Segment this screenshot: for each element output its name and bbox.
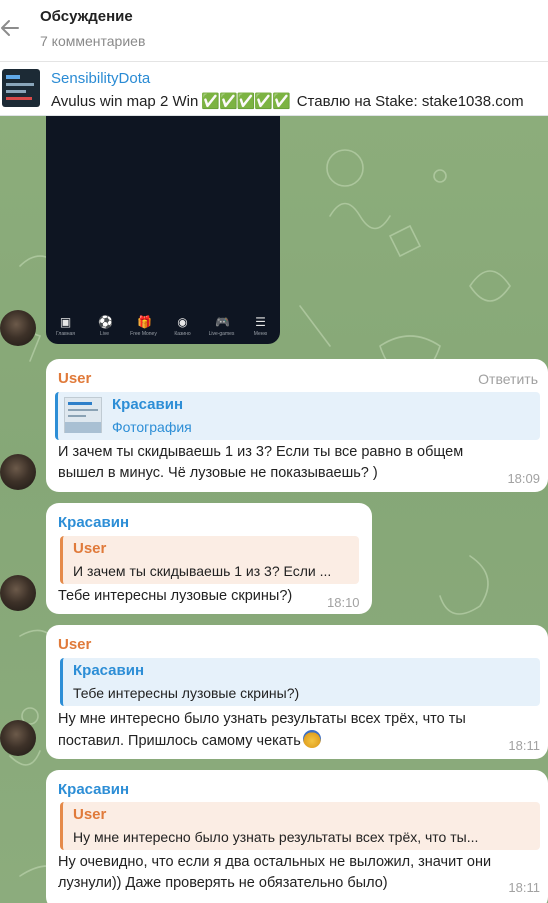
message-time: 18:11 bbox=[508, 738, 540, 753]
message-time: 18:10 bbox=[327, 595, 360, 610]
arrow-left-icon bbox=[1, 20, 19, 36]
photo-menu-item: ⚽ Live bbox=[98, 314, 113, 337]
quote-author: Красавин bbox=[73, 662, 145, 679]
photo-app-menu: ▣ Главная ⚽ Live 🎁 Free Money ◉ Казино 🎮… bbox=[46, 308, 280, 344]
quoted-photo-thumbnail bbox=[64, 397, 102, 433]
message-bubble[interactable]: Красавин User И зачем ты скидываешь 1 из… bbox=[46, 503, 372, 614]
reply-quote[interactable]: User Ну мне интересно было узнать резуль… bbox=[60, 802, 540, 850]
quote-text: Фотография bbox=[112, 419, 192, 435]
pinned-post-text: Avulus win map 2 Win ✅✅✅✅✅ Ставлю на Stake… bbox=[51, 92, 524, 110]
soccer-ball-icon: ⚽ bbox=[98, 314, 113, 329]
pinned-text-after: Ставлю на Stake: stake1038.com bbox=[296, 93, 524, 110]
message-bubble[interactable]: User Ответить Красавин Фотография И заче… bbox=[46, 359, 548, 492]
message-bubble[interactable]: Красавин User Ну мне интересно было узна… bbox=[46, 770, 548, 903]
photo-menu-item: 🎁 Free Money bbox=[130, 314, 157, 337]
casino-chip-icon: ◉ bbox=[177, 314, 188, 329]
message-text: И зачем ты скидываешь 1 из 3? Если ты вс… bbox=[58, 444, 464, 481]
avatar[interactable] bbox=[0, 720, 36, 756]
message-author[interactable]: User bbox=[58, 636, 91, 653]
message-bubble[interactable]: User Красавин Тебе интересны лузовые скр… bbox=[46, 625, 548, 759]
message-text: Тебе интересны лузовые скрины?) bbox=[58, 588, 293, 604]
message-text: Ну мне интересно было узнать результаты … bbox=[58, 711, 466, 749]
message-time: 18:11 bbox=[508, 880, 540, 895]
menu-icon: ☰ bbox=[255, 314, 266, 329]
photo-menu-item: ▣ Главная bbox=[55, 314, 76, 337]
message-time: 18:09 bbox=[507, 471, 540, 486]
message-text: Ну очевидно, что если я два остальных не… bbox=[58, 854, 492, 891]
message-author[interactable]: Красавин bbox=[58, 514, 129, 531]
message-author[interactable]: User bbox=[58, 370, 91, 387]
pinned-text-before: Avulus win map 2 Win bbox=[51, 93, 199, 110]
pinned-post-thumbnail bbox=[2, 69, 40, 107]
reply-quote[interactable]: Красавин Тебе интересны лузовые скрины?) bbox=[60, 658, 540, 706]
quote-text: И зачем ты скидываешь 1 из 3? Если ... bbox=[73, 563, 332, 579]
reply-button[interactable]: Ответить bbox=[478, 371, 538, 387]
pinned-channel-name: SensibilityDota bbox=[51, 70, 151, 87]
pinned-post[interactable]: SensibilityDota Avulus win map 2 Win ✅✅✅✅… bbox=[0, 62, 548, 116]
photo-menu-item: ◉ Казино bbox=[174, 314, 191, 337]
quote-text: Ну мне интересно было узнать результаты … bbox=[73, 829, 479, 845]
quote-author: User bbox=[73, 806, 107, 823]
photo-menu-item: 🎮 Live-games bbox=[208, 314, 235, 337]
photo-menu-item: ☰ Меню bbox=[253, 314, 268, 337]
check-marks-icon: ✅✅✅✅✅ bbox=[201, 93, 290, 110]
discussion-title: Обсуждение bbox=[40, 8, 133, 25]
message-author[interactable]: Красавин bbox=[58, 781, 129, 798]
comment-count: 7 комментариев bbox=[40, 33, 146, 49]
quote-text: Тебе интересны лузовые скрины?) bbox=[73, 685, 300, 701]
reply-quote[interactable]: User И зачем ты скидываешь 1 из 3? Если … bbox=[60, 536, 359, 584]
avatar[interactable] bbox=[0, 575, 36, 611]
reply-quote[interactable]: Красавин Фотография bbox=[55, 392, 540, 440]
quote-author: User bbox=[73, 540, 107, 557]
photo-message[interactable]: ▣ Главная ⚽ Live 🎁 Free Money ◉ Казино 🎮… bbox=[46, 116, 280, 344]
gift-icon: 🎁 bbox=[137, 314, 152, 329]
quote-author: Красавин bbox=[112, 396, 184, 413]
discussion-header: Обсуждение 7 комментариев bbox=[0, 0, 548, 62]
avatar[interactable] bbox=[0, 310, 36, 346]
back-button[interactable] bbox=[0, 10, 24, 46]
home-icon: ▣ bbox=[59, 314, 72, 329]
gamepad-icon: 🎮 bbox=[215, 314, 230, 329]
facepalm-emoji-icon bbox=[302, 730, 321, 748]
avatar[interactable] bbox=[0, 454, 36, 490]
